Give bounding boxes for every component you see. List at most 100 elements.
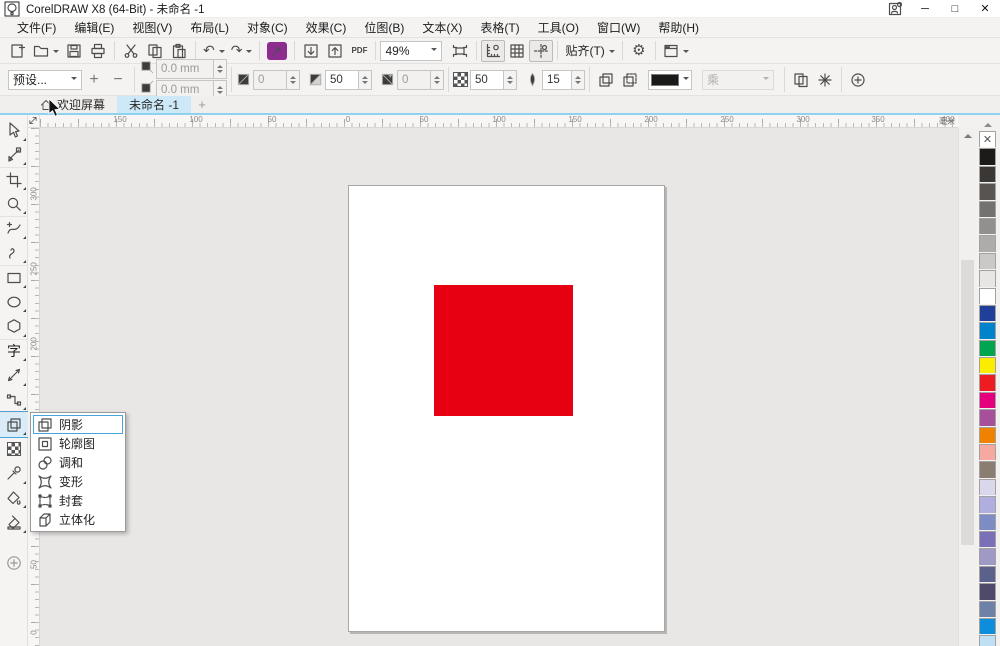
offset-x-spinner[interactable]: [214, 59, 227, 79]
copy-shadow-properties-button[interactable]: [789, 69, 813, 91]
transparency-tool[interactable]: [0, 437, 28, 462]
vertical-ruler[interactable]: 300250200150100500: [28, 128, 40, 646]
artistic-media-tool[interactable]: [0, 241, 28, 266]
launcher-dropdown-arrow-icon[interactable]: [683, 50, 689, 56]
menu-item[interactable]: 编辑(E): [65, 17, 123, 38]
vertical-scrollbar[interactable]: [958, 128, 975, 646]
scrollbar-thumb[interactable]: [961, 260, 974, 545]
customize-toolbox-button[interactable]: [0, 551, 28, 576]
undo-dropdown-arrow-icon[interactable]: [219, 50, 225, 56]
feather-edges-button[interactable]: [618, 69, 642, 91]
drawing-canvas[interactable]: [40, 128, 958, 646]
color-swatch[interactable]: [979, 461, 996, 478]
shadow-angle-field[interactable]: 0: [253, 70, 287, 90]
menu-item[interactable]: 文本(X): [413, 17, 471, 38]
maximize-button[interactable]: □: [940, 0, 970, 18]
show-grid-toggle[interactable]: [505, 40, 529, 62]
pick-tool[interactable]: [0, 118, 28, 143]
shadow-feather-spinner[interactable]: [572, 70, 585, 90]
show-guidelines-toggle[interactable]: [529, 40, 553, 62]
freehand-tool[interactable]: [0, 216, 28, 241]
flyout-item-drop-shadow[interactable]: 阴影: [33, 415, 123, 434]
zoom-dropdown-arrow-icon[interactable]: [431, 48, 437, 54]
color-swatch[interactable]: [979, 635, 996, 646]
save-button[interactable]: [62, 40, 86, 62]
scroll-up-button[interactable]: [959, 128, 976, 143]
crop-tool[interactable]: [0, 167, 28, 192]
shadow-feather-field[interactable]: 15: [542, 70, 572, 90]
color-swatch[interactable]: [979, 201, 996, 218]
shadow-fade-field[interactable]: 0: [397, 70, 431, 90]
zoom-level-select[interactable]: 49%: [380, 41, 442, 61]
color-swatch[interactable]: [979, 340, 996, 357]
color-swatch[interactable]: [979, 479, 996, 496]
menu-item[interactable]: 效果(C): [297, 17, 356, 38]
redo-button[interactable]: ↷: [228, 40, 256, 62]
shadow-color-picker[interactable]: [648, 70, 692, 90]
preset-list-select[interactable]: 预设...: [8, 70, 82, 90]
full-screen-preview-button[interactable]: [448, 40, 472, 62]
publish-to-pdf-button[interactable]: PDF: [347, 40, 371, 62]
export-button[interactable]: [323, 40, 347, 62]
shadow-opacity-field[interactable]: 50: [470, 70, 504, 90]
shadow-extend-spinner[interactable]: [359, 70, 372, 90]
document-page[interactable]: [348, 185, 665, 632]
text-tool[interactable]: 字: [0, 339, 28, 364]
color-swatch[interactable]: [979, 288, 996, 305]
color-swatch[interactable]: [979, 427, 996, 444]
open-dropdown-arrow-icon[interactable]: [53, 50, 59, 56]
zoom-tool[interactable]: [0, 192, 28, 217]
search-content-button[interactable]: [264, 40, 290, 62]
color-swatch[interactable]: [979, 444, 996, 461]
red-rectangle-object[interactable]: [434, 285, 573, 416]
menu-item[interactable]: 帮助(H): [649, 17, 708, 38]
quick-customize-button[interactable]: [846, 69, 870, 91]
color-swatch[interactable]: [979, 148, 996, 165]
color-swatch[interactable]: [979, 618, 996, 635]
options-button[interactable]: ⚙: [627, 40, 651, 62]
menu-item[interactable]: 位图(B): [355, 17, 413, 38]
palette-scroll-up-icon[interactable]: [984, 119, 992, 127]
redo-dropdown-arrow-icon[interactable]: [246, 50, 252, 56]
color-swatch[interactable]: [979, 548, 996, 565]
open-document-button[interactable]: [30, 40, 62, 62]
new-document-button[interactable]: [6, 40, 30, 62]
menu-item[interactable]: 工具(O): [529, 17, 588, 38]
feather-direction-button[interactable]: [594, 69, 618, 91]
menu-item[interactable]: 表格(T): [471, 17, 528, 38]
color-swatch[interactable]: [979, 218, 996, 235]
smart-fill-tool[interactable]: [0, 510, 28, 535]
ellipse-tool[interactable]: [0, 290, 28, 315]
menu-item[interactable]: 文件(F): [8, 17, 65, 38]
color-swatch[interactable]: [979, 496, 996, 513]
shadow-extend-field[interactable]: 50: [325, 70, 359, 90]
rectangle-tool[interactable]: [0, 265, 28, 290]
flyout-item-envelope[interactable]: 封套: [33, 491, 123, 510]
snap-dropdown-arrow-icon[interactable]: [609, 50, 615, 56]
color-swatch[interactable]: [979, 270, 996, 287]
close-button[interactable]: ✕: [970, 0, 1000, 18]
shape-tool[interactable]: [0, 143, 28, 168]
color-eyedropper-tool[interactable]: [0, 461, 28, 486]
shadow-color-dropdown-arrow-icon[interactable]: [683, 77, 689, 83]
drop-shadow-tool[interactable]: [0, 412, 28, 437]
color-swatch[interactable]: [979, 374, 996, 391]
import-button[interactable]: [299, 40, 323, 62]
tab-welcome-screen[interactable]: 欢迎屏幕: [28, 96, 117, 113]
connector-tool[interactable]: [0, 388, 28, 413]
shadow-opacity-spinner[interactable]: [504, 70, 517, 90]
color-swatch[interactable]: [979, 392, 996, 409]
menu-item[interactable]: 窗口(W): [588, 17, 649, 38]
flyout-item-blend[interactable]: 调和: [33, 453, 123, 472]
color-swatch[interactable]: [979, 322, 996, 339]
color-swatch[interactable]: [979, 583, 996, 600]
add-preset-button[interactable]: +: [82, 69, 106, 91]
ruler-origin-corner[interactable]: [28, 115, 40, 128]
color-swatch[interactable]: [979, 566, 996, 583]
menu-item[interactable]: 布局(L): [181, 17, 238, 38]
color-swatch[interactable]: [979, 166, 996, 183]
color-swatch[interactable]: [979, 357, 996, 374]
clear-shadow-button[interactable]: [813, 69, 837, 91]
new-document-tab-button[interactable]: +: [191, 96, 213, 113]
menu-item[interactable]: 对象(C): [238, 17, 297, 38]
